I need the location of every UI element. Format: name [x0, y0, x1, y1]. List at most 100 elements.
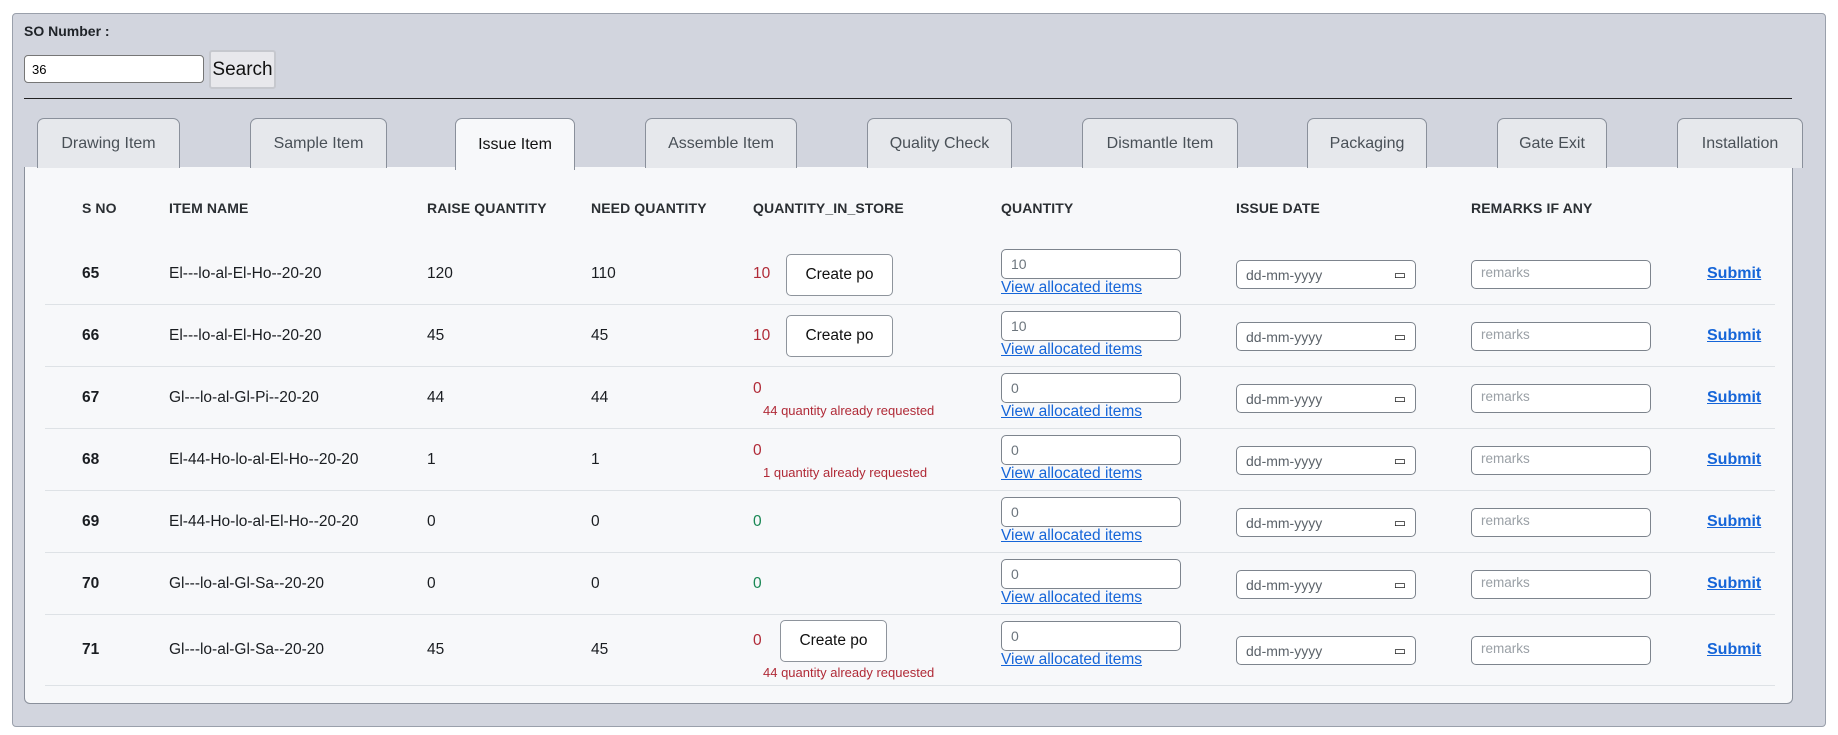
submit-link[interactable]: Submit	[1707, 641, 1761, 659]
cell-need-quantity: 45	[591, 327, 609, 344]
quantity-input[interactable]	[1001, 435, 1181, 465]
calendar-icon[interactable]: ▭	[1394, 515, 1406, 531]
header-issue-date: ISSUE DATE	[1236, 200, 1320, 216]
so-number-label: SO Number :	[24, 23, 110, 39]
search-button[interactable]: Search	[209, 50, 276, 89]
view-allocated-items-link[interactable]: View allocated items	[1001, 465, 1142, 483]
quantity-input[interactable]	[1001, 559, 1181, 589]
cell-sno: 68	[82, 451, 100, 468]
already-requested-note: 44 quantity already requested	[763, 665, 935, 680]
create-po-button[interactable]: Create po	[780, 620, 887, 662]
submit-link[interactable]: Submit	[1707, 451, 1761, 469]
create-po-button[interactable]: Create po	[786, 254, 893, 296]
view-allocated-items-link[interactable]: View allocated items	[1001, 279, 1142, 297]
cell-quantity-in-store: 0	[753, 575, 762, 592]
tab-installation[interactable]: Installation	[1677, 118, 1803, 168]
issue-date-input[interactable]: dd-mm-yyyy ▭	[1236, 322, 1416, 351]
header-quantity: QUANTITY	[1001, 200, 1074, 216]
submit-link[interactable]: Submit	[1707, 513, 1761, 531]
remarks-input[interactable]: remarks	[1471, 508, 1651, 537]
cell-quantity-in-store: 10	[753, 327, 771, 344]
cell-item-name: El---lo-al-El-Ho--20-20	[169, 327, 322, 344]
calendar-icon[interactable]: ▭	[1394, 643, 1406, 659]
date-placeholder: dd-mm-yyyy	[1246, 390, 1323, 407]
row-divider	[45, 490, 1775, 491]
row-divider	[45, 614, 1775, 615]
tab-sample-item[interactable]: Sample Item	[250, 118, 387, 168]
cell-need-quantity: 0	[591, 513, 600, 530]
cell-quantity-in-store: 10	[753, 265, 771, 282]
tab-assemble-item[interactable]: Assemble Item	[645, 118, 797, 168]
tab-packaging[interactable]: Packaging	[1307, 118, 1427, 168]
tab-content	[24, 167, 1793, 704]
cell-raise-quantity: 120	[427, 265, 453, 282]
remarks-input[interactable]: remarks	[1471, 384, 1651, 413]
tab-drawing-item[interactable]: Drawing Item	[37, 118, 180, 168]
cell-sno: 66	[82, 327, 100, 344]
issue-date-input[interactable]: dd-mm-yyyy ▭	[1236, 508, 1416, 537]
so-number-input[interactable]	[24, 55, 204, 83]
cell-sno: 69	[82, 513, 100, 530]
cell-quantity-in-store: 0	[753, 513, 762, 530]
submit-link[interactable]: Submit	[1707, 327, 1761, 345]
date-placeholder: dd-mm-yyyy	[1246, 266, 1323, 283]
row-divider	[45, 552, 1775, 553]
cell-sno: 71	[82, 641, 100, 658]
issue-date-input[interactable]: dd-mm-yyyy ▭	[1236, 570, 1416, 599]
calendar-icon[interactable]: ▭	[1394, 577, 1406, 593]
calendar-icon[interactable]: ▭	[1394, 391, 1406, 407]
cell-need-quantity: 45	[591, 641, 609, 658]
cell-quantity-in-store: 0	[753, 632, 762, 649]
calendar-icon[interactable]: ▭	[1394, 267, 1406, 283]
tab-dismantle-item[interactable]: Dismantle Item	[1082, 118, 1238, 168]
remarks-input[interactable]: remarks	[1471, 636, 1651, 665]
row-divider	[45, 685, 1775, 686]
cell-need-quantity: 110	[591, 265, 616, 282]
quantity-input[interactable]	[1001, 373, 1181, 403]
tab-quality-check[interactable]: Quality Check	[867, 118, 1012, 168]
create-po-button[interactable]: Create po	[786, 315, 893, 357]
header-need-quantity: NEED QUANTITY	[591, 200, 707, 216]
quantity-input[interactable]	[1001, 497, 1181, 527]
issue-date-input[interactable]: dd-mm-yyyy ▭	[1236, 260, 1416, 289]
issue-date-input[interactable]: dd-mm-yyyy ▭	[1236, 446, 1416, 475]
issue-date-input[interactable]: dd-mm-yyyy ▭	[1236, 636, 1416, 665]
tab-issue-item[interactable]: Issue Item	[455, 118, 575, 170]
view-allocated-items-link[interactable]: View allocated items	[1001, 651, 1142, 669]
view-allocated-items-link[interactable]: View allocated items	[1001, 589, 1142, 607]
view-allocated-items-link[interactable]: View allocated items	[1001, 341, 1142, 359]
submit-link[interactable]: Submit	[1707, 265, 1761, 283]
remarks-input[interactable]: remarks	[1471, 446, 1651, 475]
cell-sno: 70	[82, 575, 100, 592]
tab-gate-exit[interactable]: Gate Exit	[1497, 118, 1607, 168]
date-placeholder: dd-mm-yyyy	[1246, 328, 1323, 345]
cell-raise-quantity: 44	[427, 389, 445, 406]
date-placeholder: dd-mm-yyyy	[1246, 576, 1323, 593]
quantity-input[interactable]	[1001, 249, 1181, 279]
header-sno: S NO	[82, 200, 117, 216]
already-requested-note: 1 quantity already requested	[763, 465, 928, 480]
calendar-icon[interactable]: ▭	[1394, 329, 1406, 345]
submit-link[interactable]: Submit	[1707, 575, 1761, 593]
remarks-input[interactable]: remarks	[1471, 570, 1651, 599]
calendar-icon[interactable]: ▭	[1394, 453, 1406, 469]
header-item-name: ITEM NAME	[169, 200, 249, 216]
cell-item-name: El---lo-al-El-Ho--20-20	[169, 265, 322, 282]
cell-sno: 65	[82, 265, 100, 282]
quantity-input[interactable]	[1001, 621, 1181, 651]
remarks-input[interactable]: remarks	[1471, 260, 1651, 289]
issue-date-input[interactable]: dd-mm-yyyy ▭	[1236, 384, 1416, 413]
header-quantity-in-store: QUANTITY_IN_STORE	[753, 200, 904, 216]
cell-item-name: El-44-Ho-lo-al-El-Ho--20-20	[169, 451, 359, 468]
already-requested-note: 44 quantity already requested	[763, 403, 935, 418]
cell-item-name: Gl---lo-al-Gl-Sa--20-20	[169, 641, 325, 658]
header-remarks: REMARKS IF ANY	[1471, 200, 1593, 216]
cell-sno: 67	[82, 389, 100, 406]
quantity-input[interactable]	[1001, 311, 1181, 341]
view-allocated-items-link[interactable]: View allocated items	[1001, 527, 1142, 545]
date-placeholder: dd-mm-yyyy	[1246, 452, 1323, 469]
remarks-input[interactable]: remarks	[1471, 322, 1651, 351]
cell-raise-quantity: 0	[427, 513, 436, 530]
view-allocated-items-link[interactable]: View allocated items	[1001, 403, 1142, 421]
submit-link[interactable]: Submit	[1707, 389, 1761, 407]
